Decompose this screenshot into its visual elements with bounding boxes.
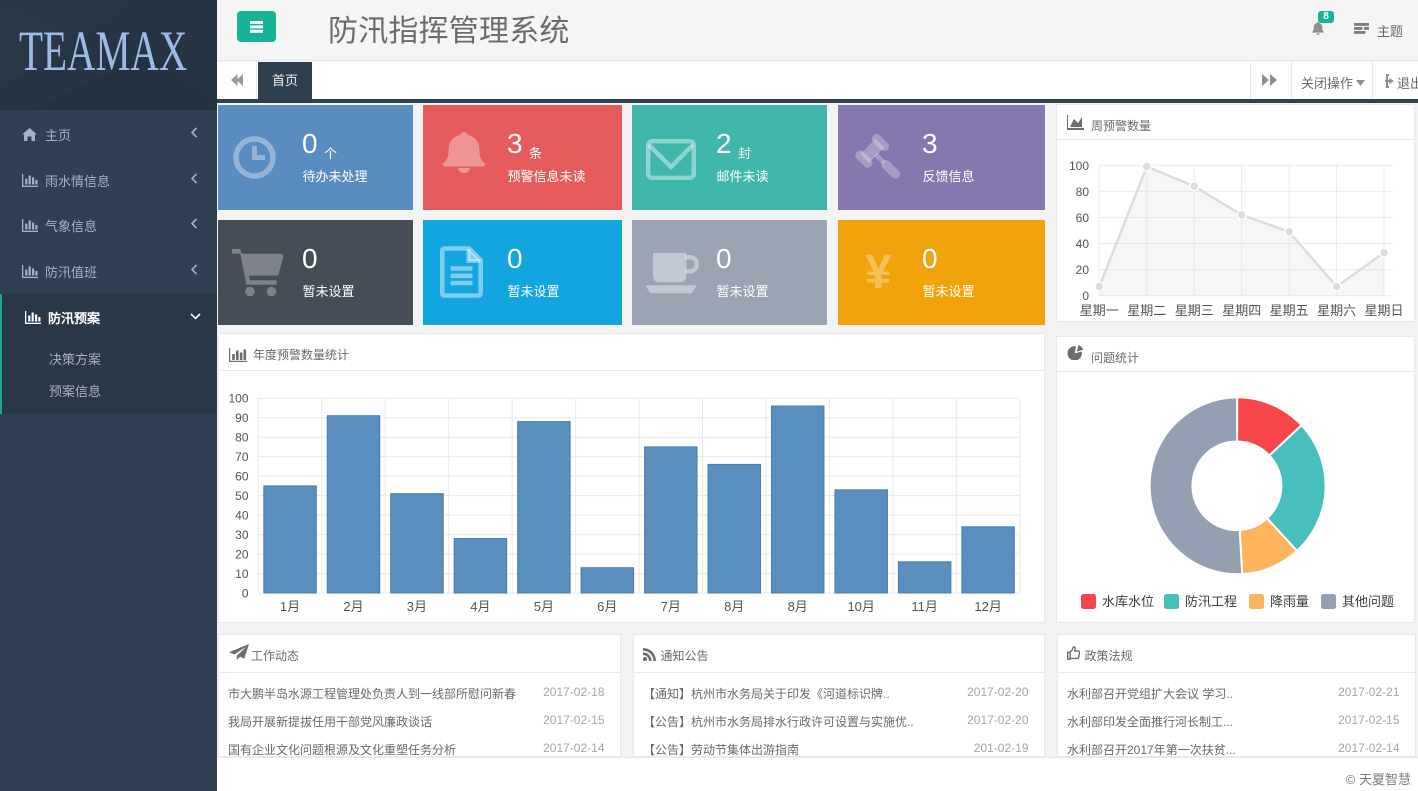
svg-text:80: 80 [1076, 185, 1090, 199]
svg-text:1月: 1月 [280, 599, 300, 614]
svg-text:星期四: 星期四 [1222, 303, 1261, 318]
svg-text:100: 100 [1069, 159, 1089, 173]
svg-text:70: 70 [235, 450, 249, 464]
svg-text:6月: 6月 [597, 599, 617, 614]
svg-text:40: 40 [1076, 237, 1090, 251]
svg-text:星期五: 星期五 [1270, 303, 1309, 318]
svg-text:50: 50 [235, 489, 249, 503]
svg-text:8月: 8月 [724, 599, 744, 614]
svg-text:星期一: 星期一 [1080, 303, 1119, 318]
svg-text:20: 20 [1076, 263, 1090, 277]
svg-text:100: 100 [228, 392, 248, 406]
svg-text:10: 10 [235, 567, 249, 581]
svg-text:60: 60 [1076, 211, 1090, 225]
svg-text:降雨量: 降雨量 [1270, 594, 1309, 609]
svg-text:5月: 5月 [534, 599, 554, 614]
svg-text:星期日: 星期日 [1364, 303, 1403, 318]
svg-text:水库水位: 水库水位 [1102, 594, 1154, 609]
svg-text:4月: 4月 [470, 599, 490, 614]
svg-text:30: 30 [235, 528, 249, 542]
svg-text:3月: 3月 [407, 599, 427, 614]
svg-text:20: 20 [235, 548, 249, 562]
svg-text:防汛工程: 防汛工程 [1185, 594, 1237, 609]
svg-text:0: 0 [1082, 289, 1089, 303]
svg-text:0: 0 [242, 587, 249, 601]
svg-text:40: 40 [235, 509, 249, 523]
svg-text:星期六: 星期六 [1317, 303, 1356, 318]
svg-text:7月: 7月 [661, 599, 681, 614]
svg-text:60: 60 [235, 470, 249, 484]
svg-text:星期三: 星期三 [1175, 303, 1214, 318]
svg-text:星期二: 星期二 [1127, 303, 1166, 318]
svg-text:12月: 12月 [974, 599, 1001, 614]
svg-text:2月: 2月 [343, 599, 363, 614]
svg-text:90: 90 [235, 411, 249, 425]
svg-text:8月: 8月 [788, 599, 808, 614]
svg-text:11月: 11月 [911, 599, 938, 614]
svg-text:80: 80 [235, 431, 249, 445]
svg-text:其他问题: 其他问题 [1342, 594, 1394, 609]
svg-text:10月: 10月 [847, 599, 874, 614]
